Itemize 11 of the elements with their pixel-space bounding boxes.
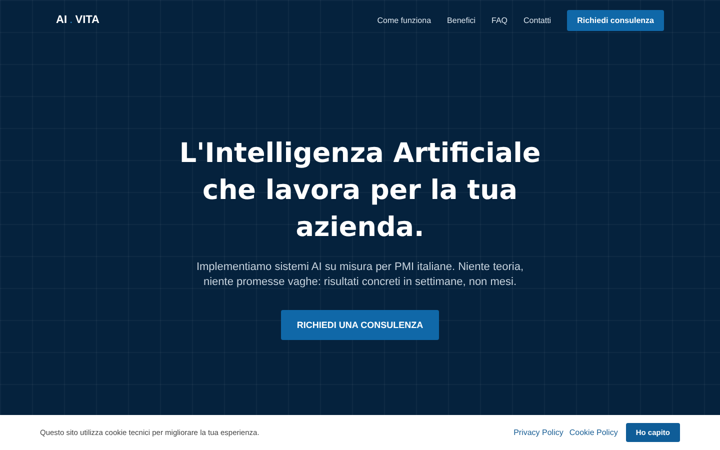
consult-button[interactable]: RICHIEDI UNA CONSULENZA — [280, 310, 440, 340]
nav-link[interactable]: Benefici — [447, 16, 476, 24]
nav-link[interactable]: Come funziona — [377, 16, 432, 24]
nav-link[interactable]: Contatti — [524, 16, 552, 24]
nav-link[interactable]: FAQ — [492, 16, 508, 24]
policy-link[interactable]: Cookie Policy — [569, 428, 618, 437]
logo[interactable]: AI . VITA — [56, 14, 100, 26]
policy-link[interactable]: Privacy Policy — [514, 428, 564, 437]
hero-title: L'Intelligenza Artificiale che lavora per la tua azienda. — [178, 137, 542, 245]
consult-button[interactable]: Richiedi consulenza — [567, 10, 664, 30]
hero-subtitle: Implementiamo sistemi AI su misura per PMI italiane. Niente teoria, niente promesse vaghe: risultati concreti in settimane, non mesi. — [195, 260, 525, 290]
